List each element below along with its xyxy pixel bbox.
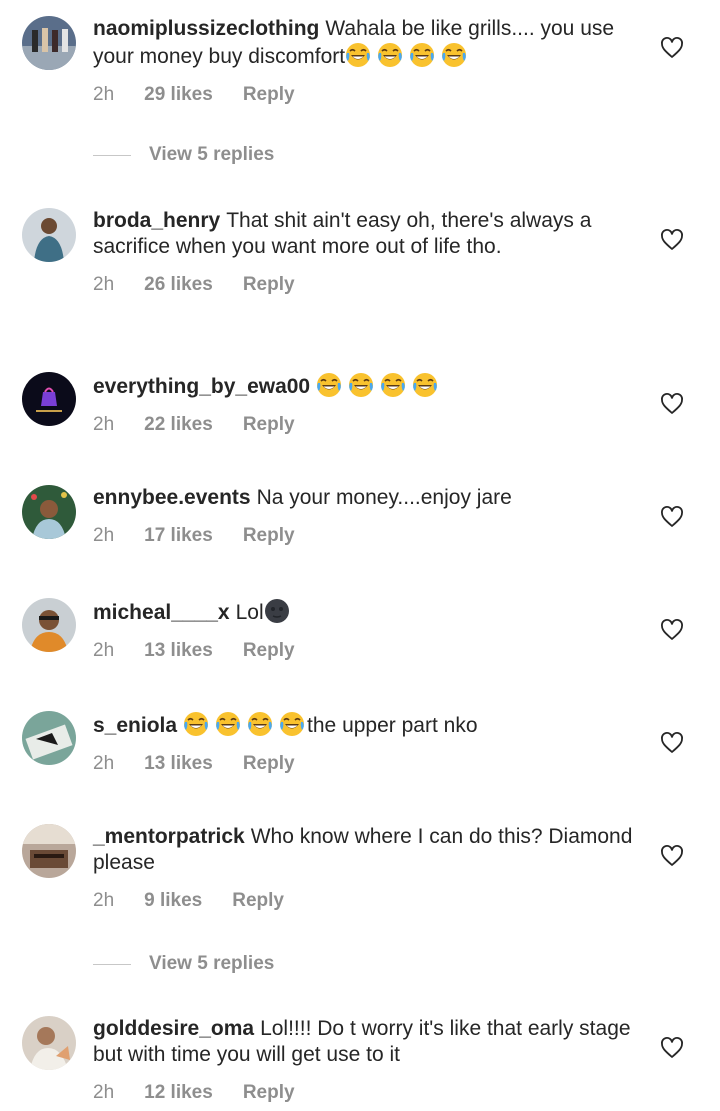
view-replies-button[interactable]: View 5 replies [93,953,274,975]
heart-outline-icon[interactable] [660,731,684,755]
reply-button[interactable]: Reply [243,1082,295,1104]
likes-count[interactable]: 29 likes [144,84,213,106]
comment-meta: 2h 29 likes Reply [93,84,643,106]
face-with-tears-of-joy-emoji [215,711,241,737]
comment-meta: 2h 26 likes Reply [93,274,643,296]
reply-button[interactable]: Reply [232,890,284,912]
face-with-tears-of-joy-emoji [441,42,467,68]
reply-button[interactable]: Reply [243,640,295,662]
avatar[interactable] [22,208,76,262]
comment-message: Na your money....enjoy jare [256,486,512,509]
reply-button[interactable]: Reply [243,84,295,106]
likes-count[interactable]: 13 likes [144,640,213,662]
reply-button[interactable]: Reply [243,525,295,547]
likes-count[interactable]: 22 likes [144,414,213,436]
face-with-tears-of-joy-emoji [380,372,406,398]
comment-message: the upper part nko [307,714,478,737]
timestamp: 2h [93,1082,115,1103]
comment-meta: 2h 22 likes Reply [93,414,643,436]
divider-line [93,154,131,156]
heart-outline-icon[interactable] [660,228,684,252]
comment-text: _mentorpatrick Who know where I can do th… [93,824,643,876]
reply-button[interactable]: Reply [243,414,295,436]
likes-count[interactable]: 26 likes [144,274,213,296]
timestamp: 2h [93,525,115,546]
comment-meta: 2h 12 likes Reply [93,1082,643,1104]
face-with-tears-of-joy-emoji [377,42,403,68]
likes-count[interactable]: 13 likes [144,753,213,775]
face-with-tears-of-joy-emoji [412,372,438,398]
heart-outline-icon[interactable] [660,1036,684,1060]
view-replies-label: View 5 replies [149,953,275,974]
face-with-tears-of-joy-emoji [345,42,371,68]
username[interactable]: naomiplussizeclothing [93,17,319,40]
comment-text: micheal____x Lol [93,598,643,626]
heart-outline-icon[interactable] [660,36,684,60]
face-with-tears-of-joy-emoji [279,711,305,737]
comment-text: everything_by_ewa00 [93,372,643,400]
comment-text: s_eniola the upper part nko [93,711,643,739]
likes-count[interactable]: 17 likes [144,525,213,547]
avatar[interactable] [22,711,76,765]
avatar[interactable] [22,824,76,878]
face-with-tears-of-joy-emoji [183,711,209,737]
comment-text: broda_henry That shit ain't easy oh, ther… [93,208,643,260]
likes-count[interactable]: 9 likes [144,890,202,912]
username[interactable]: broda_henry [93,209,220,232]
heart-outline-icon[interactable] [660,505,684,529]
avatar[interactable] [22,485,76,539]
timestamp: 2h [93,640,115,661]
timestamp: 2h [93,274,115,295]
avatar[interactable] [22,16,76,70]
reply-button[interactable]: Reply [243,753,295,775]
heart-outline-icon[interactable] [660,392,684,416]
comment-message: Lol [235,601,264,624]
comment-meta: 2h 13 likes Reply [93,753,643,775]
comment-meta: 2h 17 likes Reply [93,525,643,547]
face-with-tears-of-joy-emoji [409,42,435,68]
timestamp: 2h [93,890,115,911]
username[interactable]: everything_by_ewa00 [93,375,310,398]
heart-outline-icon[interactable] [660,844,684,868]
view-replies-label: View 5 replies [149,144,275,165]
face-with-tears-of-joy-emoji [247,711,273,737]
avatar[interactable] [22,598,76,652]
likes-count[interactable]: 12 likes [144,1082,213,1104]
reply-button[interactable]: Reply [243,274,295,296]
view-replies-button[interactable]: View 5 replies [93,144,274,166]
timestamp: 2h [93,414,115,435]
username[interactable]: _mentorpatrick [93,825,245,848]
new-moon-face-emoji [264,598,290,624]
avatar[interactable] [22,372,76,426]
divider-line [93,963,131,965]
comment-meta: 2h 13 likes Reply [93,640,643,662]
face-with-tears-of-joy-emoji [348,372,374,398]
avatar[interactable] [22,1016,76,1070]
face-with-tears-of-joy-emoji [316,372,342,398]
comment-text: naomiplussizeclothing Wahala be like gril… [93,16,643,70]
username[interactable]: golddesire_oma [93,1017,254,1040]
comment-text: ennybee.events Na your money....enjoy jar… [93,485,643,511]
comment-text: golddesire_oma Lol!!!! Do t worry it's li… [93,1016,643,1068]
username[interactable]: micheal____x [93,601,230,624]
comment-meta: 2h 9 likes Reply [93,890,643,912]
timestamp: 2h [93,753,115,774]
username[interactable]: s_eniola [93,714,177,737]
username[interactable]: ennybee.events [93,486,251,509]
heart-outline-icon[interactable] [660,618,684,642]
timestamp: 2h [93,84,115,105]
